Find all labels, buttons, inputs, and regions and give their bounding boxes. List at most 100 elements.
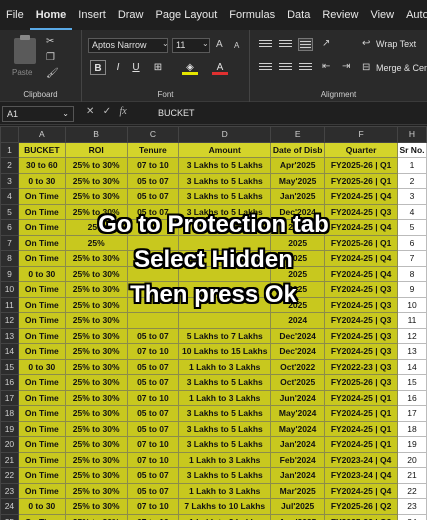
- row-header[interactable]: 13: [0, 327, 19, 344]
- table-cell[interactable]: 25% to 30%: [64, 405, 128, 422]
- row-header[interactable]: 21: [0, 451, 19, 468]
- increase-font-button[interactable]: A: [216, 39, 223, 50]
- row-header[interactable]: 25: [0, 513, 19, 520]
- tab-review[interactable]: Review: [316, 0, 364, 30]
- table-cell[interactable]: 05 to 07: [126, 188, 180, 205]
- table-cell[interactable]: FY2024-25 | Q3: [324, 312, 398, 329]
- wrap-text-button[interactable]: Wrap Text: [376, 39, 416, 49]
- table-cell[interactable]: 05 to 07: [126, 374, 180, 391]
- tab-page-layout[interactable]: Page Layout: [149, 0, 223, 30]
- row-header[interactable]: 18: [0, 405, 19, 422]
- table-cell[interactable]: 23: [396, 498, 427, 515]
- cut-icon[interactable]: ✂: [46, 36, 54, 47]
- table-cell[interactable]: 13: [396, 343, 427, 360]
- table-cell[interactable]: On Time: [17, 327, 66, 344]
- table-cell[interactable]: FY2025-26 | Q1: [324, 157, 398, 174]
- font-color-button[interactable]: A: [212, 60, 228, 75]
- table-cell[interactable]: 1: [396, 157, 427, 174]
- table-cell[interactable]: 21: [396, 467, 427, 484]
- table-cell[interactable]: 5 Lakhs to 7 Lakhs: [178, 327, 272, 344]
- table-cell[interactable]: Mar'2025: [270, 482, 326, 499]
- table-cell[interactable]: FY2024-25 | Q1: [324, 389, 398, 406]
- table-cell[interactable]: 25% to 30%: [64, 467, 128, 484]
- row-header[interactable]: 3: [0, 172, 19, 189]
- table-cell[interactable]: 07 to 10: [126, 343, 180, 360]
- column-title-cell[interactable]: Quarter: [324, 141, 398, 158]
- row-header[interactable]: 2: [0, 157, 19, 174]
- row-header[interactable]: 24: [0, 498, 19, 515]
- table-cell[interactable]: 3 Lakhs to 5 Lakhs: [178, 420, 272, 437]
- table-cell[interactable]: 07 to 10: [126, 389, 180, 406]
- table-cell[interactable]: FY2024-25 | Q1: [324, 436, 398, 453]
- table-cell[interactable]: 25% to 30%: [64, 482, 128, 499]
- wrap-text-icon[interactable]: ↩: [362, 38, 370, 49]
- formula-input[interactable]: BUCKET: [158, 108, 195, 118]
- orientation-icon[interactable]: ↗: [322, 38, 330, 49]
- table-cell[interactable]: 2024: [270, 312, 326, 329]
- tab-insert[interactable]: Insert: [72, 0, 112, 30]
- paste-icon[interactable]: [14, 35, 36, 64]
- column-title-cell[interactable]: Tenure: [126, 141, 180, 158]
- borders-icon[interactable]: ⊞: [150, 60, 166, 75]
- align-right-icon[interactable]: [298, 61, 313, 74]
- table-cell[interactable]: 0 to 30: [17, 358, 66, 375]
- row-header[interactable]: 23: [0, 482, 19, 499]
- table-cell[interactable]: On Time: [17, 312, 66, 329]
- bold-button[interactable]: B: [90, 60, 106, 75]
- row-header[interactable]: 19: [0, 420, 19, 437]
- column-title-cell[interactable]: Date of Disb: [270, 141, 326, 158]
- fill-color-icon[interactable]: ◈: [182, 60, 198, 75]
- table-cell[interactable]: 3 Lakhs to 5 Lakhs: [178, 188, 272, 205]
- column-title-cell[interactable]: Amount: [178, 141, 272, 158]
- table-cell[interactable]: 17: [396, 405, 427, 422]
- row-header[interactable]: 12: [0, 312, 19, 329]
- enter-icon[interactable]: ✓: [103, 106, 111, 117]
- tab-autom[interactable]: Autom: [400, 0, 427, 30]
- table-cell[interactable]: 12: [396, 327, 427, 344]
- table-cell[interactable]: 25% to 30%: [64, 420, 128, 437]
- copy-icon[interactable]: ❐: [46, 52, 55, 63]
- table-cell[interactable]: Jan'2024: [270, 467, 326, 484]
- table-cell[interactable]: On Time: [17, 420, 66, 437]
- table-cell[interactable]: Jul'2025: [270, 498, 326, 515]
- table-cell[interactable]: 16: [396, 389, 427, 406]
- table-cell[interactable]: 05 to 07: [126, 405, 180, 422]
- name-box[interactable]: A1 ⌄: [2, 106, 74, 122]
- table-cell[interactable]: 05 to 07: [126, 358, 180, 375]
- table-cell[interactable]: On Time: [17, 467, 66, 484]
- font-name-select[interactable]: Aptos Narrow: [88, 38, 168, 53]
- table-cell[interactable]: Jun'2024: [270, 389, 326, 406]
- table-cell[interactable]: 3 Lakhs to 5 Lakhs: [178, 436, 272, 453]
- table-cell[interactable]: 30 to 60: [17, 157, 66, 174]
- table-cell[interactable]: On Time: [17, 436, 66, 453]
- bottom-align-icon[interactable]: [298, 38, 313, 51]
- table-cell[interactable]: May'2024: [270, 420, 326, 437]
- tab-data[interactable]: Data: [281, 0, 316, 30]
- column-title-cell[interactable]: ROI: [64, 141, 128, 158]
- function-icon[interactable]: fx: [119, 106, 126, 117]
- table-cell[interactable]: 05 to 07: [126, 172, 180, 189]
- table-cell[interactable]: 25% to 30%: [64, 498, 128, 515]
- underline-button[interactable]: U: [128, 60, 144, 75]
- table-cell[interactable]: FY2023-24 | Q4: [324, 451, 398, 468]
- table-cell[interactable]: Jan'2025: [270, 188, 326, 205]
- table-cell[interactable]: 1 Lakh to 3 Lakhs: [178, 389, 272, 406]
- format-painter-icon[interactable]: 🖌: [46, 68, 59, 79]
- table-cell[interactable]: 25% to 30%: [64, 172, 128, 189]
- table-cell[interactable]: 1 Lakh to 3 Lakhs: [178, 358, 272, 375]
- align-left-icon[interactable]: [258, 61, 273, 74]
- table-cell[interactable]: May'2024: [270, 405, 326, 422]
- select-all-corner[interactable]: [0, 126, 19, 143]
- chevron-down-icon[interactable]: ⌄: [162, 39, 169, 48]
- table-cell[interactable]: FY2024-25 | Q1: [324, 405, 398, 422]
- table-cell[interactable]: 2: [396, 172, 427, 189]
- table-cell[interactable]: FY2024-25 | Q1: [324, 420, 398, 437]
- table-cell[interactable]: 1 Lakh to 3 Lakhs: [178, 513, 272, 520]
- table-cell[interactable]: FY2025-26 | Q2: [324, 498, 398, 515]
- table-cell[interactable]: 0 to 30: [17, 172, 66, 189]
- table-cell[interactable]: 25% to 30%: [64, 312, 128, 329]
- table-cell[interactable]: Apr'2025: [270, 157, 326, 174]
- tab-file[interactable]: File: [0, 0, 30, 30]
- align-center-icon[interactable]: [278, 61, 293, 74]
- column-header-b[interactable]: B: [64, 126, 128, 143]
